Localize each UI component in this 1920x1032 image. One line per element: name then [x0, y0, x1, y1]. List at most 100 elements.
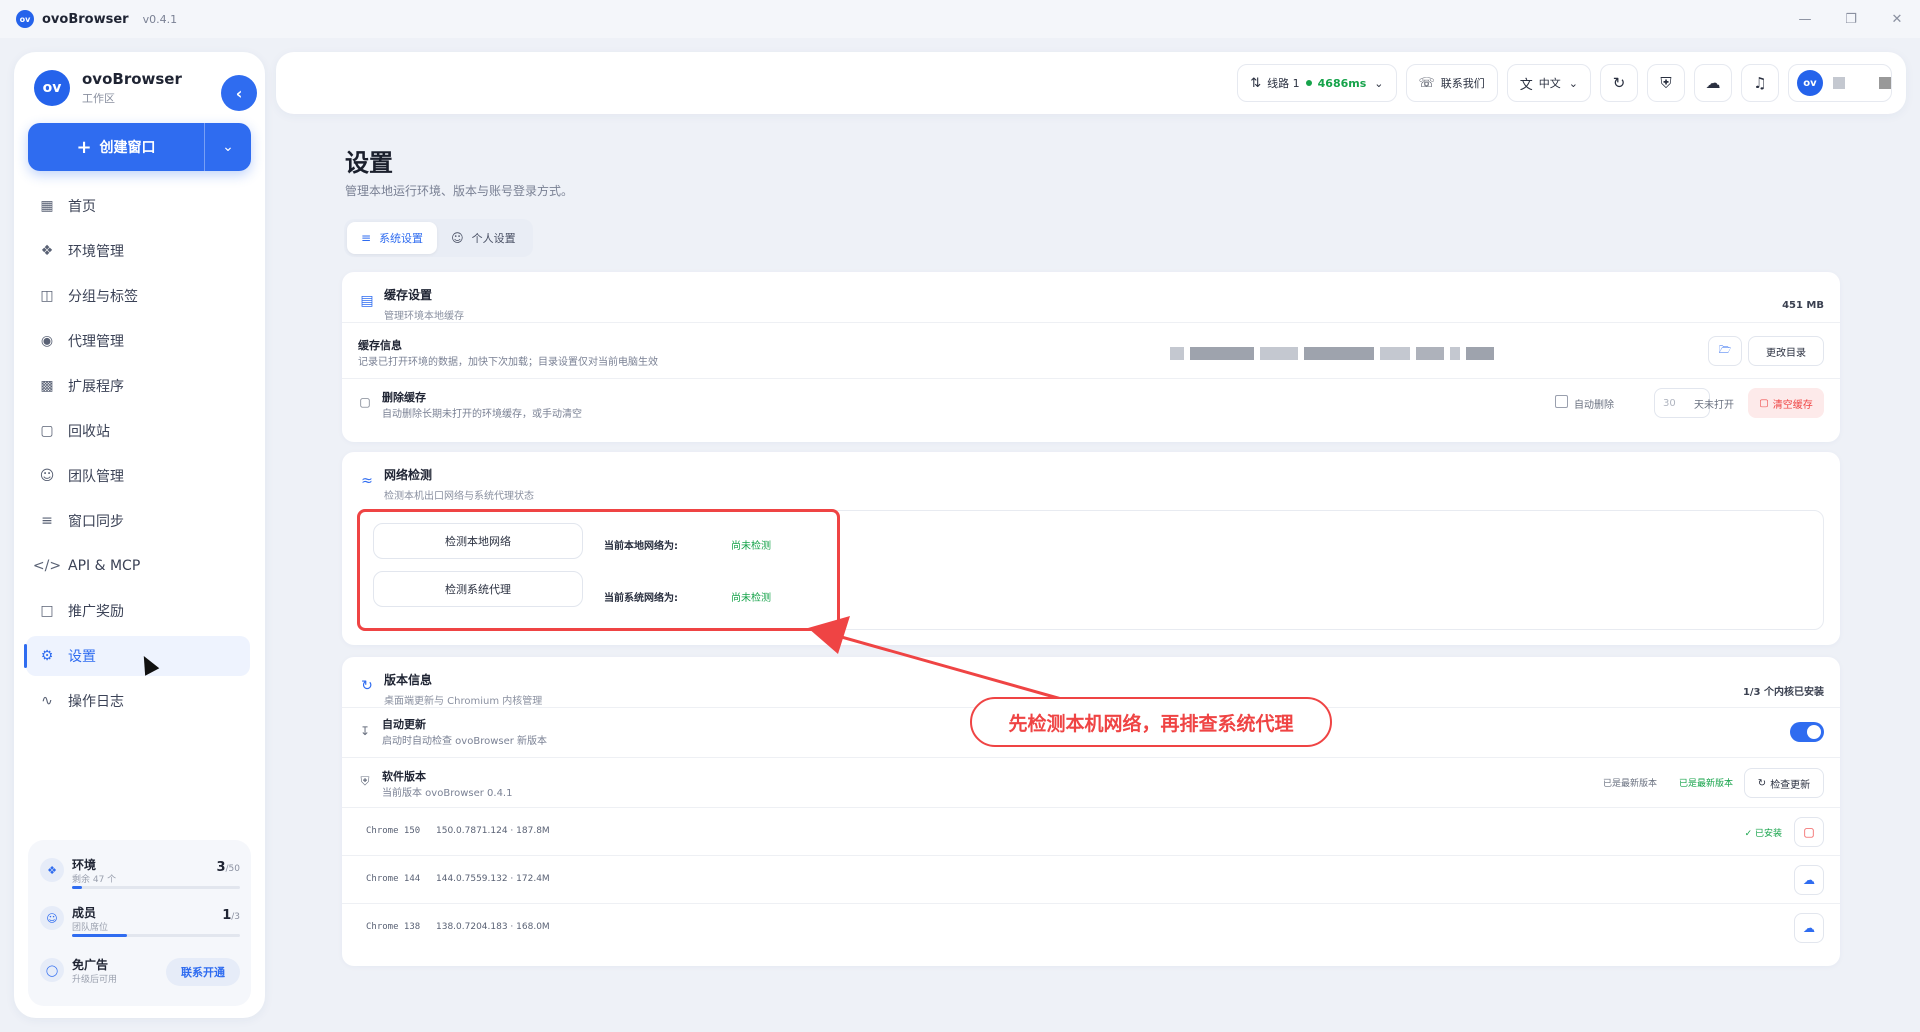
- language-selector[interactable]: 文 中文 ⌄: [1506, 64, 1591, 102]
- create-window-button-group: + 创建窗口 ⌄: [28, 123, 251, 171]
- row-title: 自动更新: [382, 718, 426, 731]
- brand-sub: 工作区: [82, 92, 115, 105]
- refresh-button[interactable]: ↻: [1600, 64, 1638, 102]
- create-window-button[interactable]: + 创建窗口: [28, 123, 205, 171]
- row-title: 软件版本: [382, 770, 426, 783]
- cloud-sync-button[interactable]: ☁: [1694, 64, 1732, 102]
- sidebar-item-extensions[interactable]: ▩ 扩展程序: [26, 366, 250, 406]
- folder-icon: ◫: [40, 288, 54, 304]
- sidebar-item-sync[interactable]: ≡ 窗口同步: [26, 501, 250, 541]
- contact-upgrade-button[interactable]: 联系开通: [166, 958, 240, 986]
- tab-system-settings[interactable]: ≡ 系统设置: [347, 222, 438, 254]
- app-version: v0.4.1: [142, 12, 178, 26]
- cubes-icon: ❖: [40, 243, 54, 259]
- drive-icon: ▤: [360, 293, 374, 309]
- sidebar-item-team[interactable]: ☺ 团队管理: [26, 456, 250, 496]
- security-button[interactable]: ⛨: [1647, 64, 1685, 102]
- usage-sub: 团队席位: [72, 923, 109, 933]
- sidebar-item-settings[interactable]: ⚙ 设置: [24, 636, 250, 676]
- usage-ad-free: ◯ 免广告 升级后可用 联系开通: [40, 952, 240, 992]
- top-bar-actions: ⇅ 线路 1 4686ms ⌄ ☏ 联系我们 文 中文 ⌄ ↻ ⛨ ☁ ♫ ov: [1237, 64, 1892, 102]
- line-selector[interactable]: ⇅ 线路 1 4686ms ⌄: [1237, 64, 1397, 102]
- card-header: ▤ 缓存设置 管理环境本地缓存: [358, 286, 464, 322]
- auto-delete-checkbox[interactable]: [1555, 395, 1568, 408]
- notifications-button[interactable]: ♫: [1741, 64, 1779, 102]
- usage-sub: 剩余 47 个: [72, 875, 117, 885]
- kernel-row: Chrome 138 138.0.7204.183 · 168.0M ☁: [342, 903, 1840, 951]
- sidebar-item-proxy[interactable]: ◉ 代理管理: [26, 321, 250, 361]
- tab-label: 个人设置: [471, 232, 516, 245]
- restore-icon[interactable]: ❐: [1828, 0, 1874, 38]
- gift-icon: □: [40, 603, 54, 619]
- sidebar-item-groups[interactable]: ◫ 分组与标签: [26, 276, 250, 316]
- cloud-icon: ☁: [1705, 74, 1721, 92]
- sidebar-item-api[interactable]: </> API & MCP: [26, 546, 250, 586]
- trash-icon: ▢: [1803, 825, 1815, 839]
- account-menu[interactable]: ov: [1788, 64, 1892, 102]
- usage-panel: ❖ 环境 剩余 47 个 3/50 ☺ 成员 团队席位 1/3 ◯ 免广告 升级…: [28, 840, 251, 1006]
- open-folder-button[interactable]: 🗁: [1708, 336, 1742, 366]
- sidebar-item-recycle[interactable]: ▢ 回收站: [26, 411, 250, 451]
- usage-total: /50: [225, 864, 240, 874]
- cloud-download-icon: ☁: [1803, 873, 1815, 887]
- kernel-name: Chrome 138: [366, 922, 421, 932]
- card-header: ↻ 版本信息 桌面端更新与 Chromium 内核管理: [358, 671, 542, 707]
- sidebar-item-label: 环境管理: [68, 244, 124, 260]
- card-title: 网络检测: [384, 468, 433, 482]
- shield-icon: ◯: [40, 958, 64, 982]
- refresh-icon: ↻: [1757, 777, 1767, 789]
- installed-label: 已安装: [1754, 829, 1782, 839]
- sidebar-item-rewards[interactable]: □ 推广奖励: [26, 591, 250, 631]
- close-icon[interactable]: ✕: [1874, 0, 1920, 38]
- card-desc: 桌面端更新与 Chromium 内核管理: [384, 696, 543, 707]
- minimize-icon[interactable]: —: [1782, 0, 1828, 38]
- clear-cache-button[interactable]: ▢ 清空缓存: [1748, 388, 1824, 418]
- wifi-icon: ≈: [361, 473, 373, 489]
- grid-icon: ▦: [40, 198, 54, 214]
- language-label: 中文: [1538, 77, 1561, 90]
- usage-environments: ❖ 环境 剩余 47 个 3/50: [40, 852, 240, 892]
- download-kernel-button[interactable]: ☁: [1794, 865, 1824, 895]
- software-version-row: ⛨ 软件版本 当前版本 ovoBrowser 0.4.1 已是最新版本 已是最新…: [342, 757, 1840, 807]
- line-label: 线路 1: [1267, 77, 1300, 90]
- folder-icon: 🗁: [1718, 344, 1732, 356]
- kernel-row: Chrome 150 150.0.7871.124 · 187.8M ✓ 已安装…: [342, 807, 1840, 855]
- sliders-icon: ≡: [41, 513, 53, 529]
- delete-kernel-button[interactable]: ▢: [1794, 817, 1824, 847]
- trash-icon: ▢: [1759, 397, 1769, 409]
- cache-settings-card: ▤ 缓存设置 管理环境本地缓存 451 MB 缓存信息 记录已打开环境的数据，加…: [342, 272, 1840, 442]
- usage-title: 环境: [72, 858, 97, 872]
- sidebar-item-label: 扩展程序: [68, 379, 124, 395]
- users-icon: ☺: [39, 468, 55, 484]
- chevron-down-icon: ⌄: [1568, 76, 1578, 90]
- latest-version-note: 已是最新版本: [1602, 779, 1657, 789]
- collapse-sidebar-button[interactable]: ‹: [221, 75, 257, 111]
- tab-personal-settings[interactable]: ☺ 个人设置: [437, 222, 530, 254]
- kernel-info: 144.0.7559.132 · 172.4M: [436, 874, 550, 884]
- sidebar-item-logs[interactable]: ∿ 操作日志: [26, 681, 250, 721]
- auto-update-toggle[interactable]: [1790, 722, 1824, 742]
- status-dot: [1305, 80, 1312, 86]
- gear-icon: ⚙: [40, 648, 54, 664]
- cloud-download-icon: ☁: [1803, 921, 1815, 935]
- sidebar-item-home[interactable]: ▦ 首页: [26, 186, 250, 226]
- sidebar-item-label: 代理管理: [68, 334, 124, 350]
- create-window-dropdown[interactable]: ⌄: [205, 139, 251, 155]
- change-directory-button[interactable]: 更改目录: [1748, 336, 1824, 366]
- row-desc: 记录已打开环境的数据，加快下次加载；目录设置仅对当前电脑生效: [358, 357, 658, 368]
- sidebar-item-environments[interactable]: ❖ 环境管理: [26, 231, 250, 271]
- kernel-name: Chrome 150: [366, 826, 421, 836]
- sliders-icon: ≡: [361, 231, 372, 245]
- check-update-button[interactable]: ↻ 检查更新: [1744, 768, 1824, 798]
- sidebar-item-label: 操作日志: [68, 694, 124, 710]
- installed-status: ✓ 已安装: [1745, 826, 1782, 839]
- latest-version-status: 已是最新版本: [1678, 779, 1733, 789]
- kernel-info: 138.0.7204.183 · 168.0M: [436, 922, 550, 932]
- download-kernel-button[interactable]: ☁: [1794, 913, 1824, 943]
- annotation-highlight-box: [357, 509, 840, 631]
- usage-used: 3: [216, 860, 226, 875]
- settings-tabs: ≡ 系统设置 ☺ 个人设置: [344, 219, 533, 257]
- contact-button[interactable]: ☏ 联系我们: [1405, 64, 1498, 102]
- row-title: 缓存信息: [358, 339, 402, 352]
- app-logo-icon: ov: [16, 10, 34, 28]
